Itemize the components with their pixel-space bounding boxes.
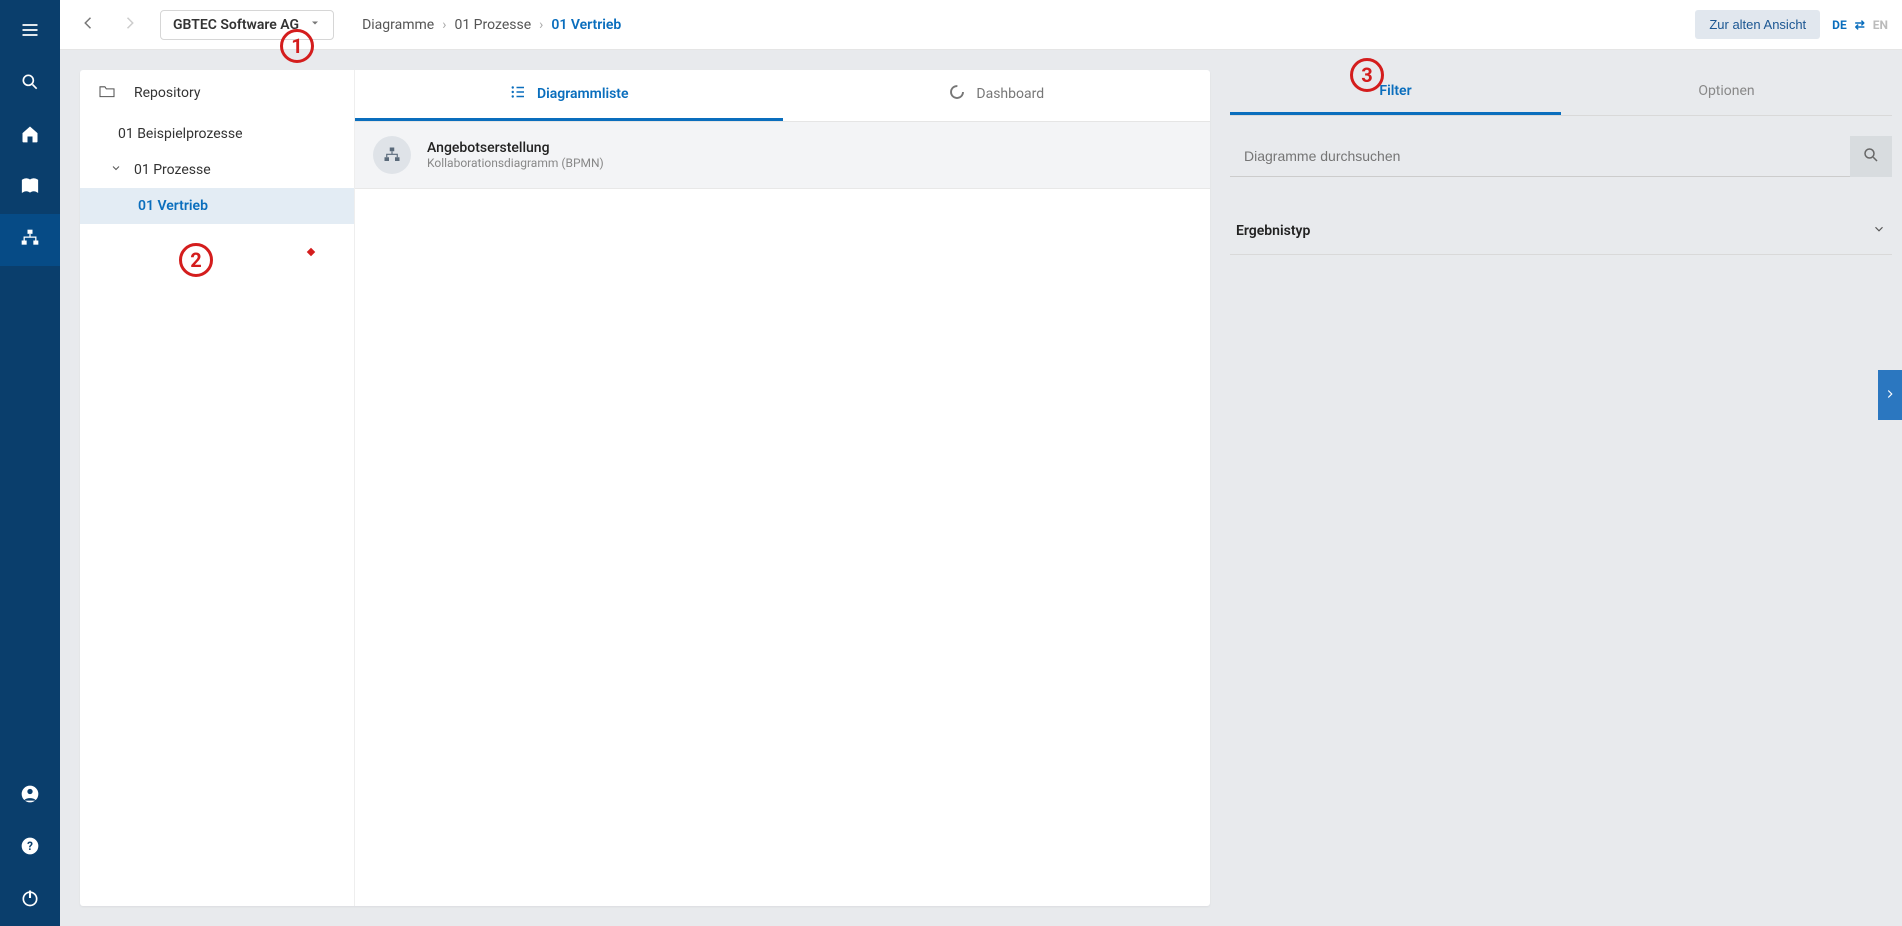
user-icon	[20, 784, 40, 808]
tree-node-selected[interactable]: 01 Vertrieb	[80, 188, 354, 224]
hamburger-icon	[20, 20, 40, 44]
list-icon	[509, 83, 527, 105]
menu-toggle[interactable]	[0, 6, 60, 58]
diagram-subtitle: Kollaborationsdiagramm (BPMN)	[427, 156, 604, 170]
tree-node-label: 01 Prozesse	[134, 162, 211, 178]
lang-en[interactable]: EN	[1873, 18, 1888, 32]
breadcrumb: Diagramme › 01 Prozesse › 01 Vertrieb	[362, 17, 621, 33]
accordion-ergebnistyp[interactable]: Ergebnistyp	[1230, 207, 1892, 255]
old-view-button[interactable]: Zur alten Ansicht	[1695, 10, 1820, 39]
topbar: GBTEC Software AG Diagramme › 01 Prozess…	[60, 0, 1902, 50]
diagram-item[interactable]: Angebotserstellung Kollaborationsdiagram…	[355, 122, 1210, 189]
tab-dashboard[interactable]: Dashboard	[783, 70, 1211, 121]
nav-user[interactable]	[0, 770, 60, 822]
help-icon: ?	[20, 836, 40, 860]
tree-node-label: 01 Vertrieb	[138, 198, 208, 214]
search-icon	[20, 72, 40, 96]
chevron-down-icon	[110, 162, 122, 178]
chevron-right-icon	[1883, 386, 1897, 405]
tenant-label: GBTEC Software AG	[173, 17, 299, 33]
breadcrumb-item[interactable]: 01 Prozesse	[454, 17, 531, 33]
spinner-icon	[948, 83, 966, 105]
content-row: Repository 01 Beispielprozesse 01 Prozes…	[60, 50, 1902, 926]
diagram-type-icon	[373, 136, 411, 174]
right-panel: Filter Optionen Ergebnistyp	[1230, 70, 1902, 906]
diagram-list: Angebotserstellung Kollaborationsdiagram…	[355, 122, 1210, 906]
tree-root[interactable]: Repository	[80, 70, 354, 116]
home-icon	[20, 124, 40, 148]
swap-icon[interactable]: ⇄	[1855, 18, 1865, 32]
caret-down-icon	[309, 17, 321, 33]
right-tabs: Filter Optionen	[1230, 70, 1892, 116]
search-row	[1230, 136, 1892, 177]
tree-node-expandable[interactable]: 01 Prozesse	[80, 152, 354, 188]
arrow-right-icon	[120, 14, 138, 35]
left-nav: ?	[0, 0, 60, 926]
left-panel: Repository 01 Beispielprozesse 01 Prozes…	[80, 70, 1210, 906]
language-switch: DE ⇄ EN	[1832, 18, 1888, 32]
sitemap-icon	[20, 228, 40, 252]
forward-button[interactable]	[114, 10, 144, 40]
diagram-title: Angebotserstellung	[427, 140, 604, 156]
nav-search[interactable]	[0, 58, 60, 110]
tab-label: Dashboard	[976, 86, 1044, 102]
breadcrumb-item[interactable]: Diagramme	[362, 17, 434, 33]
breadcrumb-sep: ›	[539, 17, 543, 33]
diagram-tabs: Diagrammliste Dashboard	[355, 70, 1210, 122]
book-icon	[20, 176, 40, 200]
svg-text:?: ?	[27, 839, 33, 853]
folder-icon	[98, 84, 116, 102]
arrow-left-icon	[80, 14, 98, 35]
back-button[interactable]	[74, 10, 104, 40]
lang-de[interactable]: DE	[1832, 18, 1847, 32]
diagram-area: Diagrammliste Dashboard Angebotserstellu…	[355, 70, 1210, 906]
collapse-right-panel[interactable]	[1878, 370, 1902, 420]
power-icon	[20, 888, 40, 912]
nav-diagrams[interactable]	[0, 214, 60, 266]
nav-catalog[interactable]	[0, 162, 60, 214]
accordion-label: Ergebnistyp	[1236, 223, 1310, 239]
nav-logout[interactable]	[0, 874, 60, 926]
main-area: GBTEC Software AG Diagramme › 01 Prozess…	[60, 0, 1902, 926]
search-icon	[1862, 146, 1880, 167]
tab-diagram-list[interactable]: Diagrammliste	[355, 70, 783, 121]
chevron-down-icon	[1872, 221, 1886, 240]
breadcrumb-sep: ›	[442, 17, 446, 33]
repository-tree: Repository 01 Beispielprozesse 01 Prozes…	[80, 70, 355, 906]
search-input[interactable]	[1230, 136, 1850, 177]
nav-home[interactable]	[0, 110, 60, 162]
search-button[interactable]	[1850, 136, 1892, 177]
breadcrumb-current: 01 Vertrieb	[551, 17, 621, 33]
tenant-dropdown[interactable]: GBTEC Software AG	[160, 10, 334, 40]
tree-node[interactable]: 01 Beispielprozesse	[80, 116, 354, 152]
nav-help[interactable]: ?	[0, 822, 60, 874]
tree-node-label: 01 Beispielprozesse	[118, 126, 243, 142]
tab-label: Diagrammliste	[537, 86, 629, 102]
tree-root-label: Repository	[134, 85, 200, 101]
tab-filter[interactable]: Filter	[1230, 70, 1561, 115]
tab-options[interactable]: Optionen	[1561, 70, 1892, 115]
